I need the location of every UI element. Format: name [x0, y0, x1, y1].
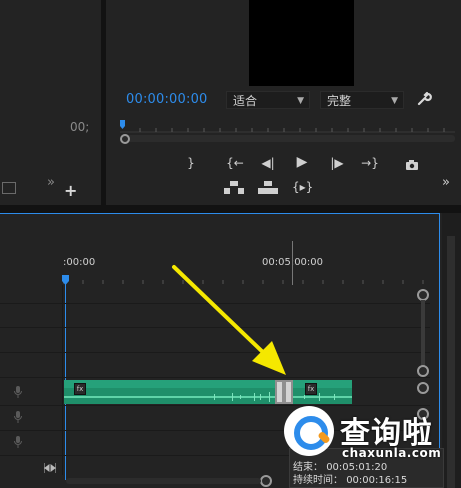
go-to-out-icon: →}	[361, 156, 379, 170]
horizontal-scroll-handle[interactable]	[260, 475, 272, 487]
chevron-icon[interactable]: »	[442, 175, 450, 190]
step-forward-button[interactable]: |▶	[327, 155, 347, 171]
microphone-icon[interactable]	[14, 386, 22, 401]
step-back-button[interactable]: ◀|	[258, 155, 278, 171]
go-to-in-icon: {←	[226, 156, 244, 170]
mark-out-icon: }	[187, 156, 195, 170]
quality-select[interactable]: 完整 ▼	[320, 91, 404, 109]
quality-select-value: 完整	[327, 94, 352, 108]
tooltip-duration-value: 00:00:16:15	[346, 475, 408, 486]
watermark-url: chaxunla.com	[342, 446, 442, 460]
wrench-icon[interactable]	[416, 91, 432, 107]
panel-divider-horizontal	[0, 205, 461, 213]
insert-button[interactable]: {▸}	[292, 179, 314, 195]
playhead-handle[interactable]	[62, 270, 69, 285]
fit-select[interactable]: 适合 ▼	[226, 91, 310, 109]
extract-icon[interactable]	[258, 180, 278, 194]
ruler-start-label: :00:00	[63, 257, 96, 268]
vertical-scrollbar[interactable]	[421, 300, 425, 366]
mark-out-button[interactable]: }	[181, 155, 201, 171]
camera-icon[interactable]	[405, 156, 419, 170]
plus-icon[interactable]: +	[64, 181, 77, 200]
audio-scroll-top[interactable]	[417, 382, 429, 394]
fx-badge: fx	[74, 383, 86, 395]
marker-icon[interactable]	[43, 458, 57, 473]
go-to-in-button[interactable]: {←	[225, 155, 245, 171]
microphone-icon[interactable]	[14, 411, 22, 426]
settings-icon[interactable]	[2, 182, 16, 194]
track-header-divider	[62, 285, 63, 475]
vertical-scroll-bottom[interactable]	[417, 365, 429, 377]
zoom-handle-left[interactable]	[120, 134, 130, 144]
fit-select-value: 适合	[233, 94, 258, 108]
program-zoom-bar[interactable]	[120, 135, 455, 142]
annotation-arrow	[172, 265, 286, 375]
watermark-logo: 查询啦 chaxunla.com	[282, 400, 454, 464]
tooltip-duration-label: 持续时间：	[293, 475, 343, 486]
chevron-down-icon: ▼	[297, 96, 304, 106]
step-forward-icon: |▶	[330, 156, 344, 170]
program-timecode[interactable]: 00:00:00:00	[126, 92, 208, 107]
chevron-icon[interactable]: »	[47, 175, 55, 190]
go-to-out-button[interactable]: →}	[360, 155, 380, 171]
source-timecode: 00;	[70, 120, 90, 134]
edit-handle-right	[286, 382, 291, 402]
play-icon: ▶	[296, 154, 308, 170]
play-button[interactable]: ▶	[292, 154, 312, 170]
program-scrub-ruler[interactable]	[120, 118, 455, 134]
video-preview	[249, 0, 354, 86]
tooltip-duration-row: 持续时间： 00:00:16:15	[293, 474, 440, 487]
step-back-icon: ◀|	[261, 156, 275, 170]
edit-handle-left	[277, 382, 282, 402]
horizontal-scrollbar[interactable]	[66, 478, 261, 484]
microphone-icon[interactable]	[14, 436, 22, 451]
lift-icon[interactable]	[224, 180, 244, 194]
insert-icon: {▸}	[292, 180, 314, 194]
fx-badge: fx	[305, 383, 317, 395]
chevron-down-icon: ▼	[391, 96, 398, 106]
